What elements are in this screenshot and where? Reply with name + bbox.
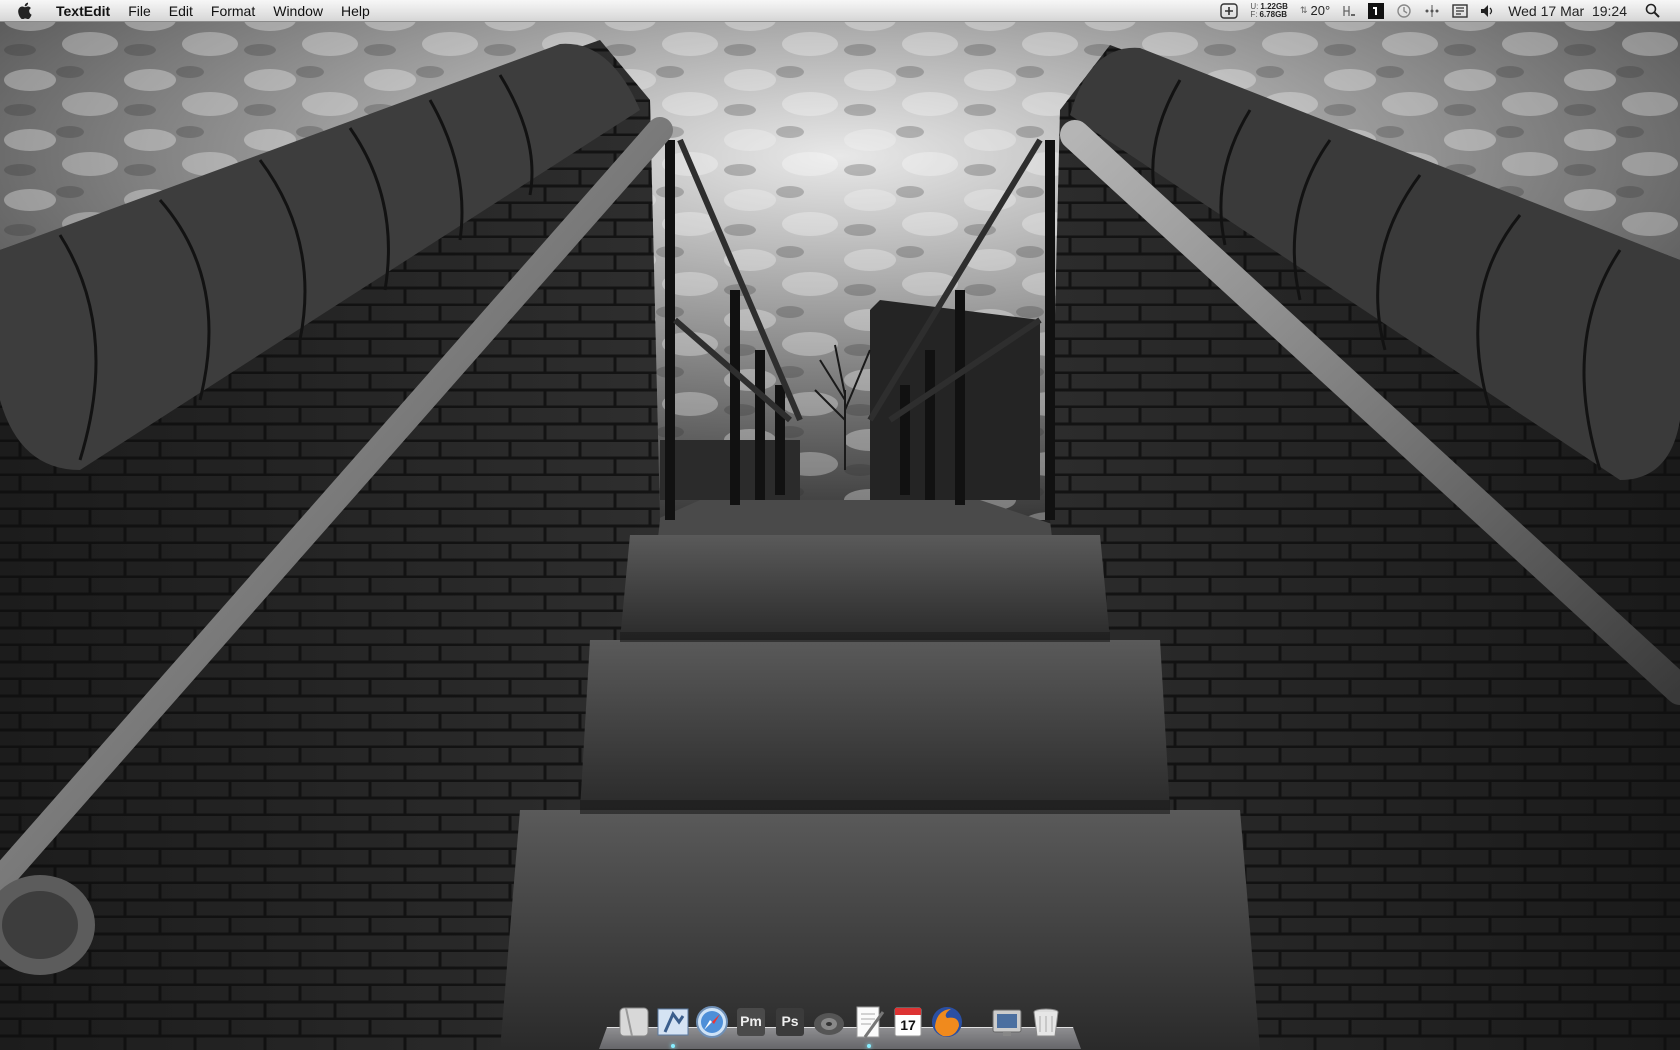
app-menu-textedit[interactable]: TextEdit xyxy=(52,0,119,22)
menu-extras: U: 1.22GB F: 6.78GB ⇅ 20° Wed 17 Mar 19:24 xyxy=(1214,0,1680,22)
menu-clock[interactable]: Wed 17 Mar 19:24 xyxy=(1508,0,1627,22)
menu-help[interactable]: Help xyxy=(332,0,379,22)
ical-day-label: 17 xyxy=(900,1017,916,1033)
temperature-value: 20° xyxy=(1310,3,1331,18)
dock-mail-icon[interactable] xyxy=(655,1004,691,1048)
dock-safari-icon[interactable] xyxy=(694,1004,730,1040)
dock: Pm Ps 17 xyxy=(599,1000,1081,1050)
dock-trash-icon[interactable] xyxy=(1028,1004,1064,1040)
dock-ical-icon[interactable]: 17 xyxy=(890,1004,926,1040)
menu-window[interactable]: Window xyxy=(264,0,332,22)
add-menu-extra-icon[interactable] xyxy=(1220,0,1239,22)
desktop-wallpaper xyxy=(0,0,1680,1050)
display-menu-icon[interactable] xyxy=(1452,0,1468,22)
cpu-meter-icon[interactable] xyxy=(1342,0,1356,22)
running-indicator xyxy=(671,1044,675,1048)
dock-firefox-icon[interactable] xyxy=(929,1004,965,1040)
dock-finder-icon[interactable] xyxy=(616,1004,652,1040)
photoshop-label: Ps xyxy=(781,1013,799,1029)
dock-photoshop-icon[interactable]: Ps xyxy=(772,1004,808,1040)
dock-pagemaker-icon[interactable]: Pm xyxy=(733,1004,769,1040)
time-machine-icon[interactable] xyxy=(1396,0,1412,22)
sensor-icon: ⇅ xyxy=(1299,5,1308,15)
menu-bar: TextEdit File Edit Format Window Help U:… xyxy=(0,0,1680,22)
menu-file[interactable]: File xyxy=(119,0,160,22)
spotlight-search-icon[interactable] xyxy=(1645,0,1660,22)
menu-edit[interactable]: Edit xyxy=(160,0,202,22)
bluetooth-icon[interactable] xyxy=(1424,0,1440,22)
volume-icon[interactable] xyxy=(1480,0,1496,22)
menu-format[interactable]: Format xyxy=(202,0,264,22)
dock-system-preferences-icon[interactable] xyxy=(989,1004,1025,1040)
disk-free-value: 6.78GB xyxy=(1259,9,1288,19)
temperature-monitor[interactable]: ⇅ 20° xyxy=(1300,0,1330,22)
text-input-menu-icon[interactable] xyxy=(1368,0,1385,22)
dock-textedit-icon[interactable] xyxy=(851,1004,887,1048)
pagemaker-label: Pm xyxy=(740,1013,762,1029)
running-indicator xyxy=(867,1044,871,1048)
apple-menu-icon[interactable] xyxy=(18,0,38,22)
dock-speaker-icon[interactable] xyxy=(811,1004,847,1040)
disk-free-label: F: xyxy=(1250,9,1258,19)
disk-usage-meter[interactable]: U: 1.22GB F: 6.78GB xyxy=(1250,0,1288,22)
